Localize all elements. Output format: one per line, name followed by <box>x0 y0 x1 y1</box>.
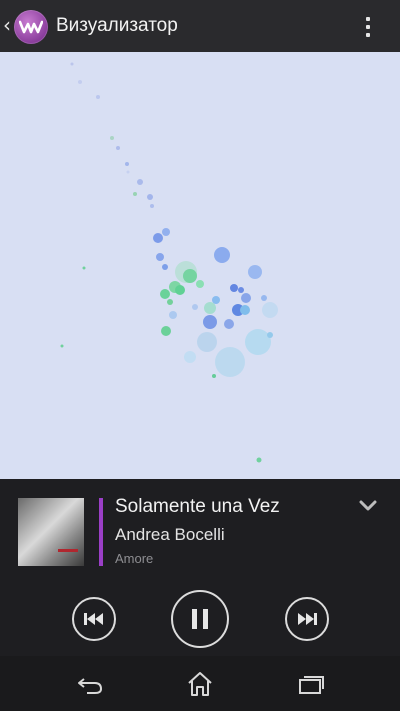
home-icon[interactable] <box>185 670 215 698</box>
overflow-menu-icon[interactable] <box>358 12 378 42</box>
action-bar: ‹ Визуализатор <box>0 0 400 52</box>
chevron-left-icon[interactable]: ‹ <box>3 13 13 37</box>
back-arrow-icon[interactable] <box>75 670 105 698</box>
pause-icon <box>192 609 208 629</box>
visualizer-bubbles <box>60 62 278 463</box>
album-name: Amore <box>115 551 154 566</box>
pause-button[interactable] <box>171 590 229 648</box>
system-nav-bar <box>0 656 400 711</box>
previous-button[interactable] <box>72 597 116 641</box>
now-playing-panel: Solamente una Vez Andrea Bocelli Amore <box>0 479 400 656</box>
chevron-down-icon[interactable] <box>356 495 380 515</box>
album-cover[interactable] <box>18 498 84 566</box>
artist-name: Andrea Bocelli <box>115 525 225 544</box>
song-title: Solamente una Vez <box>115 496 280 517</box>
skip-previous-icon <box>84 613 103 625</box>
accent-bar <box>99 498 103 566</box>
visualizer-canvas <box>0 52 400 479</box>
walkman-logo-icon[interactable] <box>14 10 48 44</box>
skip-next-icon <box>298 613 317 625</box>
page-title: Визуализатор <box>56 15 178 36</box>
next-button[interactable] <box>285 597 329 641</box>
recent-apps-icon[interactable] <box>296 670 326 698</box>
